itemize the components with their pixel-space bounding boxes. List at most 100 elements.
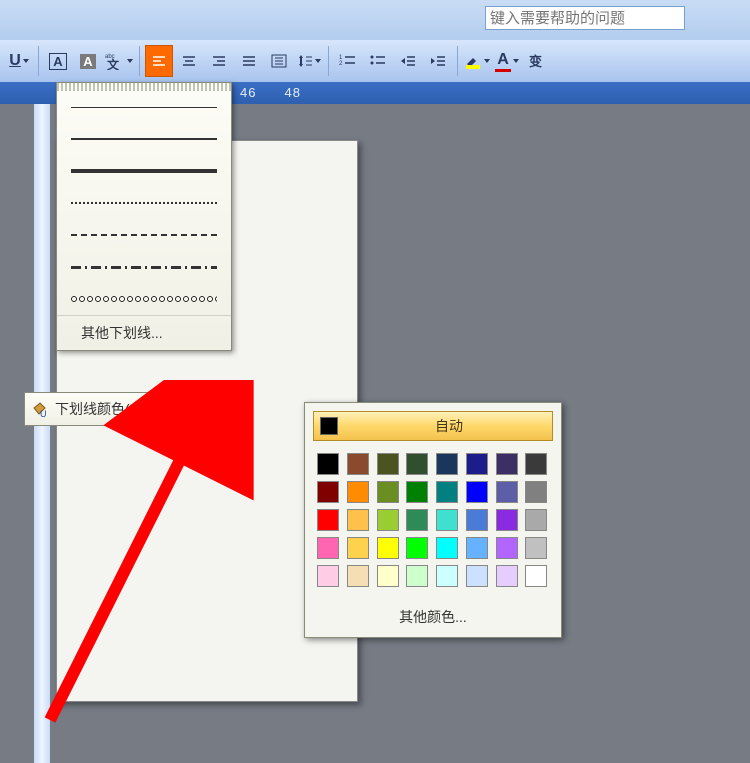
color-swatch[interactable] <box>347 509 369 531</box>
underline-color-label: 下划线颜色(U) <box>55 399 211 419</box>
underline-icon: U <box>9 52 21 70</box>
color-swatch[interactable] <box>347 453 369 475</box>
color-swatch[interactable] <box>317 453 339 475</box>
color-swatch[interactable] <box>436 565 458 587</box>
color-swatch[interactable] <box>377 565 399 587</box>
vertical-ruler <box>34 104 50 763</box>
align-justify-button[interactable] <box>235 45 263 77</box>
svg-text:变: 变 <box>529 54 542 69</box>
color-swatch[interactable] <box>496 509 518 531</box>
more-underlines-item[interactable]: 其他下划线... <box>57 315 231 350</box>
menu-bar-area <box>0 0 750 41</box>
auto-color-label: 自动 <box>352 416 546 436</box>
bulleted-list-icon <box>369 53 387 69</box>
chevron-down-icon <box>315 59 321 63</box>
char-border-button[interactable]: A <box>44 45 72 77</box>
color-swatch[interactable] <box>347 481 369 503</box>
chevron-down-icon <box>23 59 29 63</box>
underline-split-button[interactable]: U <box>5 45 33 77</box>
more-colors-item[interactable]: 其他颜色... <box>313 601 553 629</box>
increase-indent-button[interactable] <box>424 45 452 77</box>
asian-layout-button[interactable]: 变 <box>523 45 551 77</box>
bulleted-list-button[interactable] <box>364 45 392 77</box>
color-swatch[interactable] <box>496 537 518 559</box>
color-swatch[interactable] <box>406 537 428 559</box>
color-swatch[interactable] <box>525 565 547 587</box>
underline-color-item[interactable]: U 下划线颜色(U) <box>24 392 234 426</box>
char-shading-icon: A <box>80 54 95 69</box>
char-shading-button[interactable]: A <box>74 45 102 77</box>
underline-style-option[interactable] <box>57 219 231 251</box>
svg-text:2: 2 <box>339 61 343 67</box>
char-border-icon: A <box>49 53 66 70</box>
toolbar-separator <box>328 46 329 76</box>
underline-style-option[interactable] <box>57 91 231 123</box>
svg-text:U: U <box>40 409 47 418</box>
underline-style-option[interactable] <box>57 251 231 283</box>
color-swatch[interactable] <box>377 453 399 475</box>
underline-style-option[interactable] <box>57 123 231 155</box>
auto-color-item[interactable]: 自动 <box>313 411 553 441</box>
color-swatch[interactable] <box>466 537 488 559</box>
menu-grip[interactable] <box>57 83 231 91</box>
ruler-mark: 48 <box>284 85 300 100</box>
color-swatch[interactable] <box>377 509 399 531</box>
color-swatch[interactable] <box>317 481 339 503</box>
font-color-split-button[interactable]: A <box>493 45 521 77</box>
align-left-button[interactable] <box>145 45 173 77</box>
color-swatch[interactable] <box>436 509 458 531</box>
color-swatch[interactable] <box>406 565 428 587</box>
color-swatch[interactable] <box>347 565 369 587</box>
color-swatch[interactable] <box>496 481 518 503</box>
color-swatch[interactable] <box>496 453 518 475</box>
color-swatch[interactable] <box>466 509 488 531</box>
color-swatch[interactable] <box>317 565 339 587</box>
color-swatch[interactable] <box>317 509 339 531</box>
underline-style-option[interactable] <box>57 155 231 187</box>
chevron-down-icon <box>513 59 519 63</box>
numbered-list-button[interactable]: 1 2 <box>334 45 362 77</box>
phonetic-guide-button[interactable]: abc文 <box>104 45 134 77</box>
color-swatch-grid <box>313 453 553 587</box>
cursor-icon <box>215 402 229 416</box>
color-swatch[interactable] <box>525 453 547 475</box>
color-picker-flyout: 自动 其他颜色... <box>304 402 562 638</box>
color-swatch[interactable] <box>406 453 428 475</box>
align-distribute-button[interactable] <box>265 45 293 77</box>
color-swatch[interactable] <box>525 537 547 559</box>
decrease-indent-button[interactable] <box>394 45 422 77</box>
phonetic-guide-icon: abc文 <box>105 52 125 70</box>
toolbar-separator <box>38 46 39 76</box>
align-center-button[interactable] <box>175 45 203 77</box>
color-swatch[interactable] <box>466 453 488 475</box>
line-spacing-button[interactable] <box>295 45 323 77</box>
color-swatch[interactable] <box>525 509 547 531</box>
align-right-button[interactable] <box>205 45 233 77</box>
align-distribute-icon <box>270 53 288 69</box>
color-swatch[interactable] <box>525 481 547 503</box>
color-swatch[interactable] <box>496 565 518 587</box>
color-swatch[interactable] <box>347 537 369 559</box>
color-swatch[interactable] <box>436 481 458 503</box>
color-swatch[interactable] <box>436 537 458 559</box>
help-search-input[interactable] <box>485 6 685 30</box>
decrease-indent-icon <box>399 53 417 69</box>
highlight-split-button[interactable] <box>463 45 491 77</box>
underline-style-option[interactable] <box>57 187 231 219</box>
color-swatch[interactable] <box>466 565 488 587</box>
color-swatch[interactable] <box>406 481 428 503</box>
paint-bucket-icon: U <box>30 400 50 418</box>
color-swatch[interactable] <box>377 537 399 559</box>
color-swatch[interactable] <box>466 481 488 503</box>
underline-style-option[interactable] <box>57 283 231 315</box>
color-swatch[interactable] <box>317 537 339 559</box>
toolbar-separator <box>139 46 140 76</box>
highlighter-icon <box>464 52 482 70</box>
asian-layout-icon: 变 <box>527 52 547 70</box>
color-swatch[interactable] <box>406 509 428 531</box>
numbered-list-icon: 1 2 <box>339 53 357 69</box>
auto-color-swatch <box>320 417 338 435</box>
color-swatch[interactable] <box>436 453 458 475</box>
align-right-icon <box>211 54 227 68</box>
color-swatch[interactable] <box>377 481 399 503</box>
